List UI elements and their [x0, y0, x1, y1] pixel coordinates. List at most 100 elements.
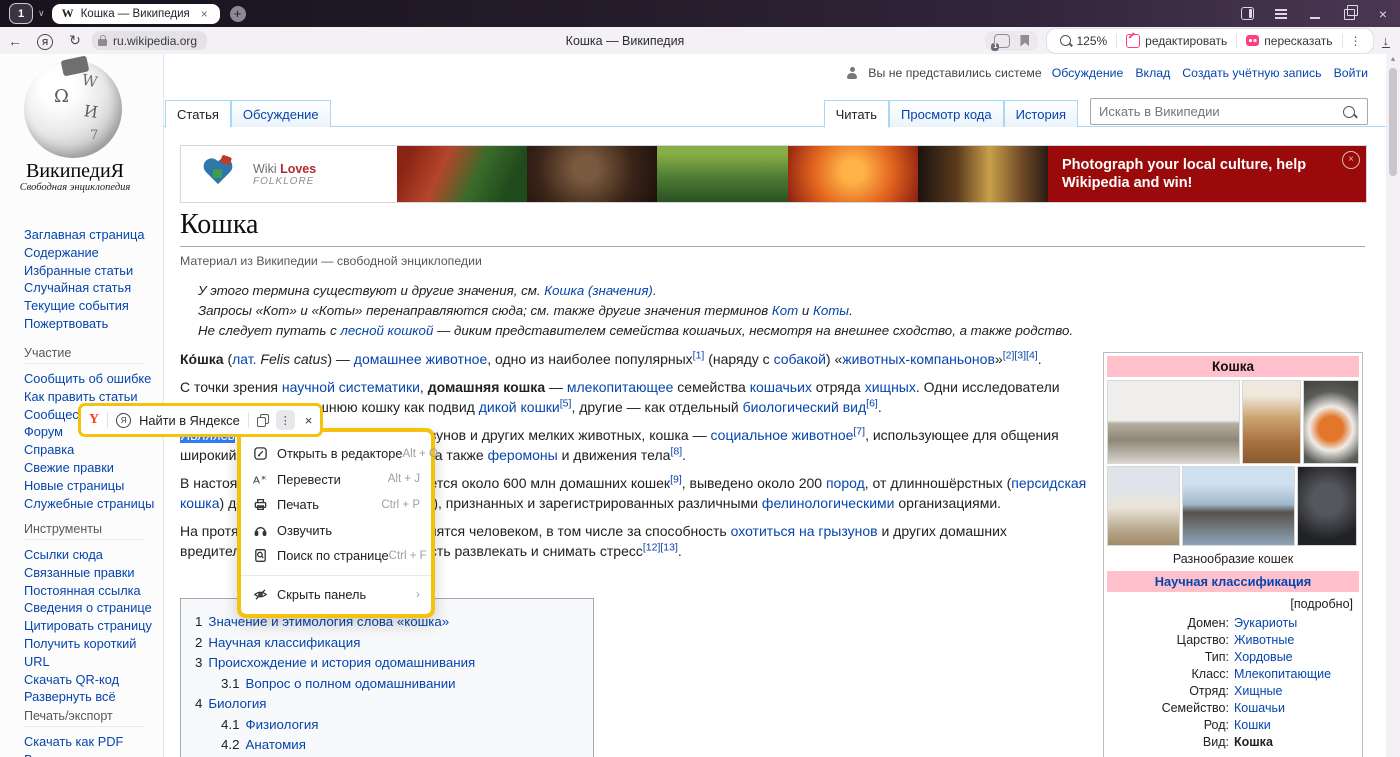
new-tab-button[interactable]: + [230, 6, 246, 22]
tab-title: Кошка — Википедия [81, 8, 190, 20]
tab-history[interactable]: История [1004, 100, 1078, 127]
menu-item-open-in-editor[interactable]: Открыть в редакторе Alt + O [241, 441, 431, 467]
tab-read[interactable]: Читать [824, 100, 889, 128]
sidebar-link[interactable]: Получить короткий URL [24, 635, 156, 671]
tab-close-icon[interactable]: × [201, 7, 208, 21]
tab-group-button[interactable]: 1 [9, 3, 33, 24]
svg-text:A: A [253, 475, 260, 486]
banner-close-icon[interactable]: × [1342, 151, 1360, 169]
sidebar-link[interactable]: Связанные правки [24, 564, 156, 582]
cat-photo[interactable] [1107, 466, 1180, 546]
downloads-icon[interactable]: ↓ [1382, 34, 1391, 48]
personal-link[interactable]: Войти [1334, 66, 1368, 80]
banner-cta[interactable]: Photograph your local culture, help Wiki… [1048, 146, 1366, 202]
cat-photo[interactable] [1297, 466, 1357, 546]
search-icon[interactable] [1343, 106, 1355, 118]
edit-page-button[interactable]: редактировать [1117, 34, 1236, 48]
zoom-control[interactable]: 125% [1051, 34, 1116, 48]
sidebar-link[interactable]: Сведения о странице [24, 599, 156, 617]
sidebar-link[interactable]: Свежие правки [24, 459, 156, 477]
wikipedia-wordmark: ВикипедиЯ [0, 160, 150, 183]
cat-photo[interactable] [1303, 380, 1359, 464]
minimize-icon[interactable] [1298, 0, 1332, 27]
sidebar-link[interactable]: Цитировать страницу [24, 617, 156, 635]
menu-item-translate[interactable]: Aж Перевести Alt + J [241, 467, 431, 493]
sidebar-link[interactable]: Заглавная страница [24, 226, 156, 244]
yandex-services-icon[interactable]: Я [30, 32, 60, 50]
wikipedia-globe-logo[interactable]: ΩWИ7 [24, 60, 122, 158]
classification-value-link[interactable]: Кошка [1234, 734, 1273, 751]
sidebar-link[interactable]: Скачать как PDF [24, 733, 156, 751]
classification-value-link[interactable]: Эукариоты [1234, 615, 1297, 632]
sidebar-link[interactable]: Избранные статьи [24, 262, 156, 280]
personal-link[interactable]: Создать учётную запись [1182, 66, 1321, 80]
headphones-icon [252, 522, 268, 538]
sidebar-link[interactable]: Служебные страницы [24, 495, 156, 513]
browser-menu-icon[interactable] [1264, 0, 1298, 27]
retell-button[interactable]: пересказать [1237, 34, 1341, 48]
scrollbar-thumb[interactable] [1389, 68, 1397, 176]
classification-value-link[interactable]: Кошки [1234, 717, 1271, 734]
close-window-icon[interactable]: × [1366, 0, 1400, 27]
sidebar-link[interactable]: Ссылки сюда [24, 546, 156, 564]
personal-link[interactable]: Обсуждение [1052, 66, 1124, 80]
sidebar-link[interactable]: Текущие события [24, 297, 156, 315]
browser-tab-active[interactable]: W Кошка — Википедия × [52, 4, 220, 24]
sidebar-link[interactable]: Содержание [24, 244, 156, 262]
classification-value-link[interactable]: Хордовые [1234, 649, 1293, 666]
classification-row: Тип: Хордовые [1111, 649, 1355, 666]
toc-item[interactable]: 2Научная классификация [195, 633, 593, 654]
popup-more-button[interactable]: ⋮ [276, 410, 295, 430]
address-bar[interactable]: ru.wikipedia.org [92, 31, 207, 50]
menu-item-print[interactable]: Печать Ctrl + P [241, 492, 431, 518]
sidebar-link[interactable]: Постоянная ссылка [24, 582, 156, 600]
wiki-loves-folklore-banner[interactable]: Wiki Loves FOLKLORE Photograph your loca… [180, 145, 1367, 203]
reload-icon[interactable]: ↻ [60, 32, 90, 49]
sidebar-link[interactable]: Новые страницы [24, 477, 156, 495]
cat-photo[interactable] [1182, 466, 1295, 546]
classification-value-link[interactable]: Хищные [1234, 683, 1282, 700]
user-icon [846, 67, 858, 79]
wiki-search-box[interactable]: Искать в Википедии [1090, 98, 1368, 125]
taxobox-title: Кошка [1107, 356, 1359, 377]
classification-value-link[interactable]: Млекопитающие [1234, 666, 1331, 683]
sidebar-link[interactable]: Сообщить об ошибке [24, 370, 156, 388]
tab-view-source[interactable]: Просмотр кода [889, 100, 1004, 127]
sidebar-link[interactable]: Скачать QR-код [24, 671, 156, 689]
cat-photo[interactable] [1242, 380, 1301, 464]
sidebar-link[interactable]: Справка [24, 441, 156, 459]
protect-icon[interactable]: 1 [994, 34, 1010, 48]
classification-value-link[interactable]: Животные [1234, 632, 1294, 649]
sidebar-link[interactable]: Версия для печати [24, 751, 156, 757]
chevron-down-icon[interactable]: ∨ [38, 8, 45, 19]
sidebar-link[interactable]: Пожертвовать [24, 315, 156, 333]
tab-talk[interactable]: Обсуждение [231, 100, 331, 127]
toc-item[interactable]: 4Биология [195, 694, 593, 715]
classification-header[interactable]: Научная классификация [1107, 571, 1359, 592]
toc-item[interactable]: 3.1Вопрос о полном одомашнивании [195, 674, 593, 695]
sidebar-link[interactable]: Развернуть всё [24, 688, 156, 706]
back-icon[interactable]: ← [0, 33, 30, 49]
copy-icon[interactable] [257, 414, 268, 426]
find-in-yandex-button[interactable]: Найти в Яндексе [139, 413, 240, 428]
restore-icon[interactable] [1332, 0, 1366, 27]
scroll-up-arrow[interactable]: ▲ [1386, 56, 1400, 63]
personal-link[interactable]: Вклад [1135, 66, 1170, 80]
banner-photo [918, 146, 1048, 202]
sidebar-link[interactable]: Случайная статья [24, 279, 156, 297]
page-scrollbar[interactable]: ▲ [1386, 54, 1400, 757]
menu-item-find-on-page[interactable]: Поиск по странице Ctrl + F [241, 543, 431, 569]
toc-item[interactable]: 4.1Физиология [195, 715, 593, 736]
popup-close-icon[interactable]: × [305, 413, 313, 428]
details-link[interactable]: [подробно] [1107, 592, 1359, 613]
cat-photo[interactable] [1107, 380, 1240, 464]
side-panel-icon[interactable] [1230, 0, 1264, 27]
bookmark-icon[interactable] [1020, 35, 1029, 47]
toc-item[interactable]: 4.2Анатомия [195, 735, 593, 756]
more-actions-icon[interactable]: ⋮ [1343, 34, 1369, 48]
toc-item[interactable]: 3Происхождение и история одомашнивания [195, 653, 593, 674]
menu-item-read-aloud[interactable]: Озвучить [241, 518, 431, 544]
classification-value-link[interactable]: Кошачьи [1234, 700, 1285, 717]
menu-item-hide-panel[interactable]: Скрыть панель › [241, 582, 431, 608]
tab-article[interactable]: Статья [165, 100, 231, 128]
